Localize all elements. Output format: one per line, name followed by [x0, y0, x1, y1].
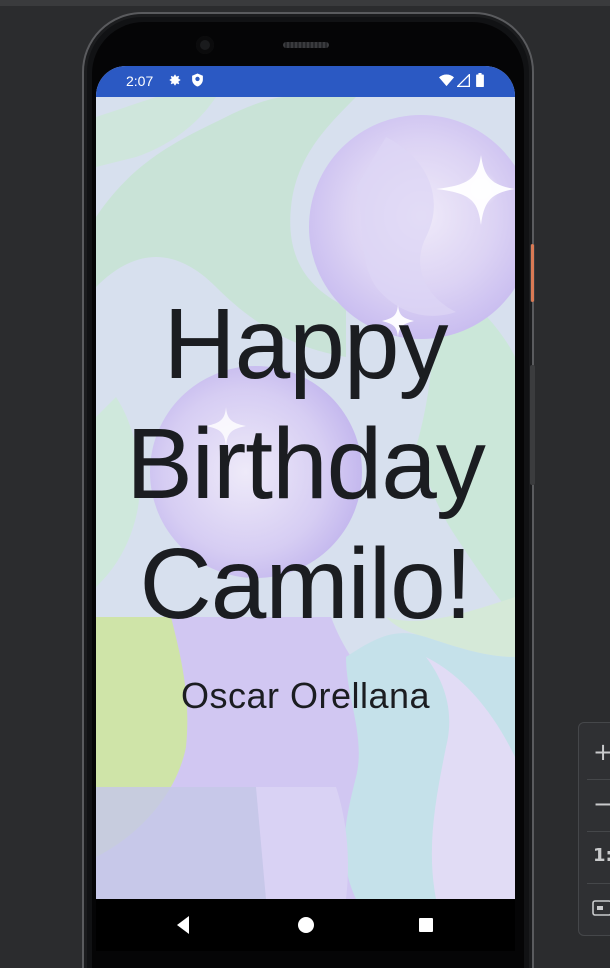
earpiece-speaker — [283, 42, 329, 48]
greeting-line-2: Birthday — [126, 408, 486, 520]
zoom-separator — [587, 883, 610, 884]
recents-square-icon[interactable] — [417, 899, 435, 951]
fit-screen-icon[interactable] — [591, 897, 610, 919]
zoom-out-button[interactable]: − — [579, 779, 610, 829]
gear-icon — [169, 74, 181, 86]
volume-rocker[interactable] — [530, 365, 535, 485]
wifi-icon — [439, 74, 454, 87]
shield-icon — [192, 73, 203, 87]
home-circle-icon[interactable] — [297, 899, 315, 951]
device-screen[interactable]: 2:07 Happy Birthday Camilo! Oscar Orella… — [96, 66, 515, 899]
greeting-line-1: Happy — [163, 288, 448, 400]
power-button-accent — [531, 244, 534, 302]
zoom-ratio-button[interactable]: 1:1 — [579, 831, 610, 881]
signature-text: Oscar Orellana — [180, 675, 431, 716]
navigation-bar — [96, 899, 515, 951]
back-triangle-icon[interactable] — [174, 899, 192, 951]
emulator-canvas: 2:07 Happy Birthday Camilo! Oscar Orella… — [0, 0, 610, 968]
birthday-greeting: Happy Birthday Camilo! — [96, 284, 515, 644]
window-top-edge — [0, 0, 610, 6]
zoom-panel: + − 1:1 — [578, 722, 610, 936]
signal-icon — [457, 74, 470, 87]
greeting-line-3: Camilo! — [139, 528, 473, 640]
status-time: 2:07 — [126, 73, 154, 89]
status-bar: 2:07 — [96, 66, 515, 97]
front-camera-icon — [196, 36, 214, 54]
zoom-in-button[interactable]: + — [579, 727, 610, 777]
battery-icon — [476, 73, 484, 87]
